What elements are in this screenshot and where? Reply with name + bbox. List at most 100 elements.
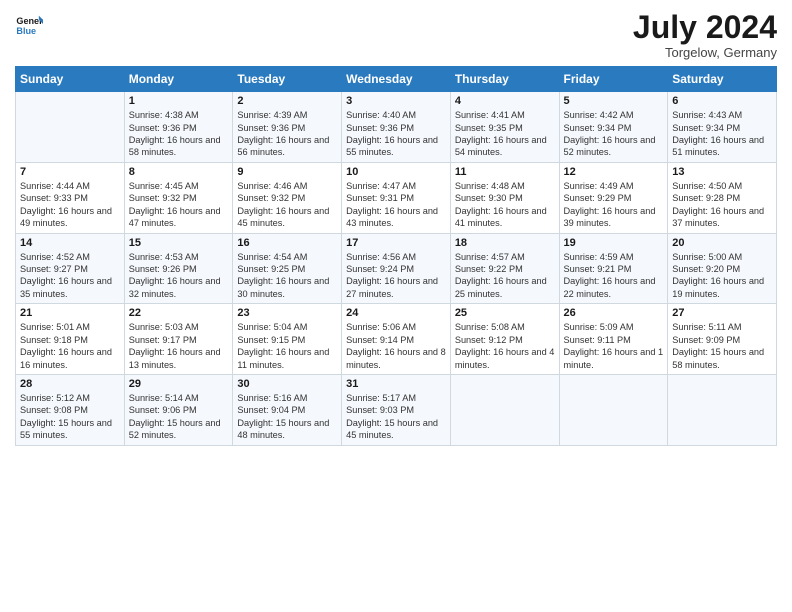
day-cell: 18 Sunrise: 4:57 AM Sunset: 9:22 PM Dayli… bbox=[450, 233, 559, 304]
day-cell: 21 Sunrise: 5:01 AM Sunset: 9:18 PM Dayli… bbox=[16, 304, 125, 375]
day-number: 10 bbox=[346, 166, 446, 178]
day-info: Sunrise: 4:41 AM Sunset: 9:35 PM Dayligh… bbox=[455, 109, 555, 159]
day-cell: 31 Sunrise: 5:17 AM Sunset: 9:03 PM Dayli… bbox=[342, 374, 451, 445]
day-number: 3 bbox=[346, 95, 446, 107]
day-number: 4 bbox=[455, 95, 555, 107]
day-number: 5 bbox=[564, 95, 664, 107]
title-block: July 2024 Torgelow, Germany bbox=[633, 10, 777, 60]
day-number: 28 bbox=[20, 378, 120, 390]
day-info: Sunrise: 5:17 AM Sunset: 9:03 PM Dayligh… bbox=[346, 392, 446, 442]
day-cell: 29Sunrise: 5:14 AM Sunset: 9:06 PM Dayli… bbox=[124, 374, 233, 445]
day-info: Sunrise: 4:47 AM Sunset: 9:31 PM Dayligh… bbox=[346, 180, 446, 230]
day-cell bbox=[668, 374, 777, 445]
day-number: 26 bbox=[564, 307, 664, 319]
day-cell: 16 Sunrise: 4:54 AM Sunset: 9:25 PM Dayli… bbox=[233, 233, 342, 304]
day-info: Sunrise: 4:56 AM Sunset: 9:24 PM Dayligh… bbox=[346, 251, 446, 301]
day-info: Sunrise: 4:44 AM Sunset: 9:33 PM Dayligh… bbox=[20, 180, 120, 230]
day-cell: 1 Sunrise: 4:38 AM Sunset: 9:36 PM Daylig… bbox=[124, 92, 233, 163]
day-cell: 3 Sunrise: 4:40 AM Sunset: 9:36 PM Daylig… bbox=[342, 92, 451, 163]
logo: General Blue bbox=[15, 10, 43, 38]
day-cell: 12 Sunrise: 4:49 AM Sunset: 9:29 PM Dayli… bbox=[559, 162, 668, 233]
day-number: 8 bbox=[129, 166, 229, 178]
day-cell: 14 Sunrise: 4:52 AM Sunset: 9:27 PM Dayli… bbox=[16, 233, 125, 304]
day-number: 13 bbox=[672, 166, 772, 178]
day-cell: 5 Sunrise: 4:42 AM Sunset: 9:34 PM Daylig… bbox=[559, 92, 668, 163]
day-info: Sunrise: 4:42 AM Sunset: 9:34 PM Dayligh… bbox=[564, 109, 664, 159]
month-title: July 2024 bbox=[633, 10, 777, 45]
location: Torgelow, Germany bbox=[633, 45, 777, 60]
day-cell: 20 Sunrise: 5:00 AM Sunset: 9:20 PM Dayli… bbox=[668, 233, 777, 304]
day-info: Sunrise: 4:59 AM Sunset: 9:21 PM Dayligh… bbox=[564, 251, 664, 301]
day-info: Sunrise: 4:45 AM Sunset: 9:32 PM Dayligh… bbox=[129, 180, 229, 230]
header-tuesday: Tuesday bbox=[233, 67, 342, 92]
day-cell bbox=[559, 374, 668, 445]
day-cell: 10 Sunrise: 4:47 AM Sunset: 9:31 PM Dayli… bbox=[342, 162, 451, 233]
day-number: 12 bbox=[564, 166, 664, 178]
day-cell: 19 Sunrise: 4:59 AM Sunset: 9:21 PM Dayli… bbox=[559, 233, 668, 304]
day-number: 9 bbox=[237, 166, 337, 178]
day-info: Sunrise: 4:52 AM Sunset: 9:27 PM Dayligh… bbox=[20, 251, 120, 301]
day-number: 19 bbox=[564, 237, 664, 249]
day-cell: 11Sunrise: 4:48 AM Sunset: 9:30 PM Dayli… bbox=[450, 162, 559, 233]
day-cell: 9 Sunrise: 4:46 AM Sunset: 9:32 PM Daylig… bbox=[233, 162, 342, 233]
day-info: Sunrise: 4:53 AM Sunset: 9:26 PM Dayligh… bbox=[129, 251, 229, 301]
page: General Blue July 2024 Torgelow, Germany… bbox=[0, 0, 792, 612]
day-info: Sunrise: 4:43 AM Sunset: 9:34 PM Dayligh… bbox=[672, 109, 772, 159]
day-info: Sunrise: 4:46 AM Sunset: 9:32 PM Dayligh… bbox=[237, 180, 337, 230]
day-number: 7 bbox=[20, 166, 120, 178]
day-number: 21 bbox=[20, 307, 120, 319]
day-info: Sunrise: 4:50 AM Sunset: 9:28 PM Dayligh… bbox=[672, 180, 772, 230]
day-info: Sunrise: 4:57 AM Sunset: 9:22 PM Dayligh… bbox=[455, 251, 555, 301]
day-info: Sunrise: 4:49 AM Sunset: 9:29 PM Dayligh… bbox=[564, 180, 664, 230]
day-cell bbox=[16, 92, 125, 163]
day-info: Sunrise: 5:16 AM Sunset: 9:04 PM Dayligh… bbox=[237, 392, 337, 442]
day-number: 17 bbox=[346, 237, 446, 249]
day-info: Sunrise: 4:48 AM Sunset: 9:30 PM Dayligh… bbox=[455, 180, 555, 230]
header-row: Sunday Monday Tuesday Wednesday Thursday… bbox=[16, 67, 777, 92]
calendar-table: Sunday Monday Tuesday Wednesday Thursday… bbox=[15, 66, 777, 445]
day-info: Sunrise: 5:09 AM Sunset: 9:11 PM Dayligh… bbox=[564, 321, 664, 371]
logo-icon: General Blue bbox=[15, 10, 43, 38]
day-cell bbox=[450, 374, 559, 445]
day-number: 30 bbox=[237, 378, 337, 390]
day-cell: 22 Sunrise: 5:03 AM Sunset: 9:17 PM Dayli… bbox=[124, 304, 233, 375]
day-info: Sunrise: 5:12 AM Sunset: 9:08 PM Dayligh… bbox=[20, 392, 120, 442]
day-number: 23 bbox=[237, 307, 337, 319]
day-number: 14 bbox=[20, 237, 120, 249]
day-cell: 24Sunrise: 5:06 AM Sunset: 9:14 PM Dayli… bbox=[342, 304, 451, 375]
header-friday: Friday bbox=[559, 67, 668, 92]
day-number: 16 bbox=[237, 237, 337, 249]
header-saturday: Saturday bbox=[668, 67, 777, 92]
day-number: 15 bbox=[129, 237, 229, 249]
svg-text:Blue: Blue bbox=[16, 26, 36, 36]
day-info: Sunrise: 5:00 AM Sunset: 9:20 PM Dayligh… bbox=[672, 251, 772, 301]
day-number: 18 bbox=[455, 237, 555, 249]
day-info: Sunrise: 4:40 AM Sunset: 9:36 PM Dayligh… bbox=[346, 109, 446, 159]
day-cell: 13 Sunrise: 4:50 AM Sunset: 9:28 PM Dayli… bbox=[668, 162, 777, 233]
day-cell: 17 Sunrise: 4:56 AM Sunset: 9:24 PM Dayli… bbox=[342, 233, 451, 304]
day-info: Sunrise: 5:08 AM Sunset: 9:12 PM Dayligh… bbox=[455, 321, 555, 371]
day-cell: 28 Sunrise: 5:12 AM Sunset: 9:08 PM Dayli… bbox=[16, 374, 125, 445]
day-number: 22 bbox=[129, 307, 229, 319]
day-info: Sunrise: 5:01 AM Sunset: 9:18 PM Dayligh… bbox=[20, 321, 120, 371]
day-cell: 4 Sunrise: 4:41 AM Sunset: 9:35 PM Daylig… bbox=[450, 92, 559, 163]
day-info: Sunrise: 4:38 AM Sunset: 9:36 PM Dayligh… bbox=[129, 109, 229, 159]
day-number: 29 bbox=[129, 378, 229, 390]
week-row-4: 21 Sunrise: 5:01 AM Sunset: 9:18 PM Dayli… bbox=[16, 304, 777, 375]
header-wednesday: Wednesday bbox=[342, 67, 451, 92]
day-info: Sunrise: 5:03 AM Sunset: 9:17 PM Dayligh… bbox=[129, 321, 229, 371]
day-number: 27 bbox=[672, 307, 772, 319]
header-sunday: Sunday bbox=[16, 67, 125, 92]
day-cell: 30 Sunrise: 5:16 AM Sunset: 9:04 PM Dayli… bbox=[233, 374, 342, 445]
week-row-5: 28 Sunrise: 5:12 AM Sunset: 9:08 PM Dayli… bbox=[16, 374, 777, 445]
day-info: Sunrise: 4:54 AM Sunset: 9:25 PM Dayligh… bbox=[237, 251, 337, 301]
day-info: Sunrise: 5:04 AM Sunset: 9:15 PM Dayligh… bbox=[237, 321, 337, 371]
day-info: Sunrise: 5:06 AM Sunset: 9:14 PM Dayligh… bbox=[346, 321, 446, 371]
header-monday: Monday bbox=[124, 67, 233, 92]
day-cell: 26 Sunrise: 5:09 AM Sunset: 9:11 PM Dayli… bbox=[559, 304, 668, 375]
header-thursday: Thursday bbox=[450, 67, 559, 92]
day-number: 20 bbox=[672, 237, 772, 249]
day-number: 31 bbox=[346, 378, 446, 390]
day-number: 1 bbox=[129, 95, 229, 107]
header: General Blue July 2024 Torgelow, Germany bbox=[15, 10, 777, 60]
